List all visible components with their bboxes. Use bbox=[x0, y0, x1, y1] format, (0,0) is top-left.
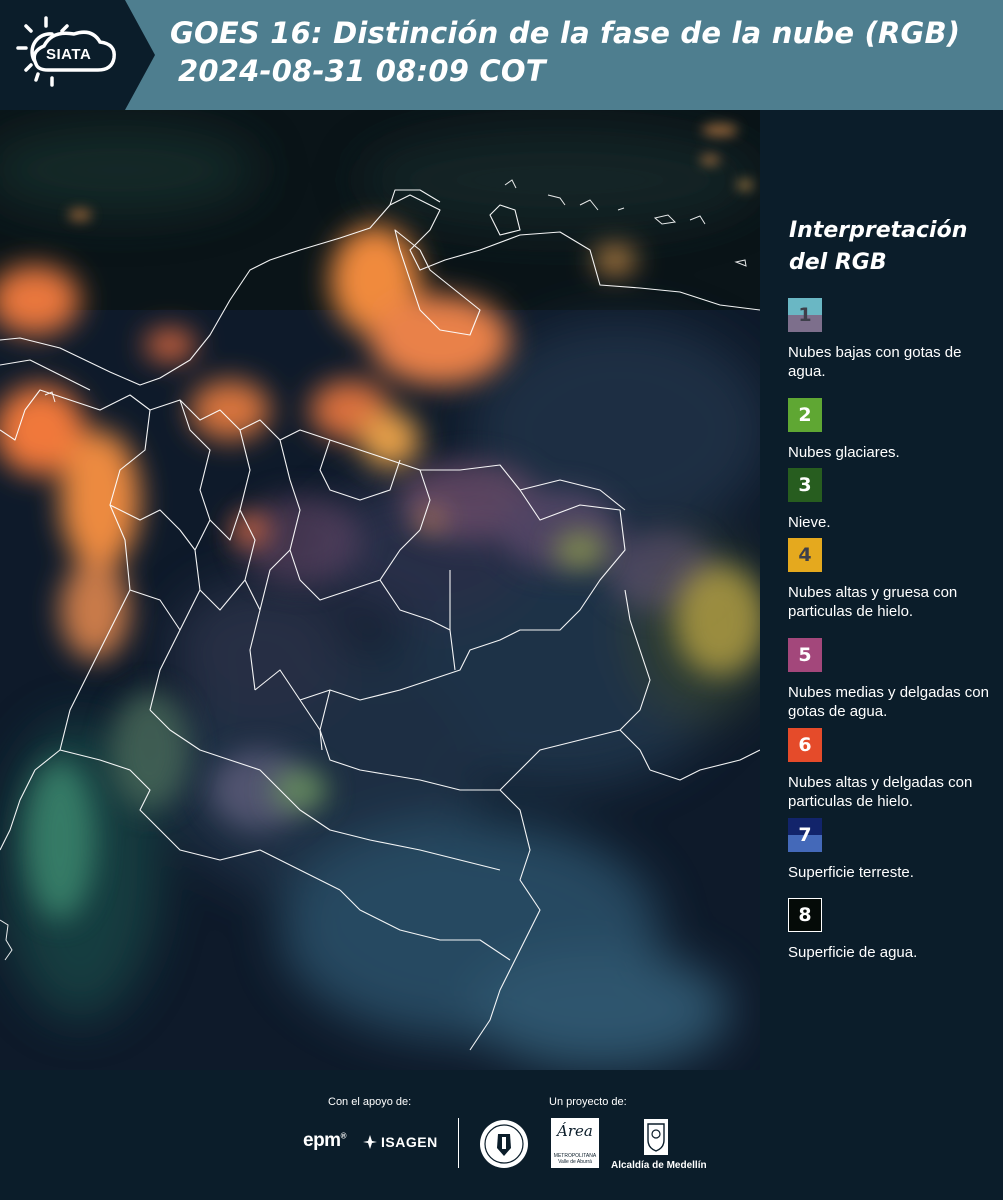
legend-item-5: 5 Nubes medias y delgadas con gotas de ag… bbox=[788, 638, 1003, 721]
legend-label-1: Nubes bajas con gotas de agua. bbox=[788, 344, 962, 380]
legend-item-8: 8 Superficie de agua. bbox=[788, 898, 1003, 962]
legend-label-3: Nieve. bbox=[788, 514, 831, 531]
legend-number-3: 3 bbox=[798, 474, 812, 496]
legend-item-2: 2 Nubes glaciares. bbox=[788, 398, 1003, 462]
rgb-satellite-image bbox=[0, 110, 760, 1070]
legend-swatch-5: 5 bbox=[788, 638, 822, 672]
epm-logo-text: epm bbox=[303, 1130, 341, 1151]
legend-item-4: 4 Nubes altas y gruesa con particulas de … bbox=[788, 538, 1003, 621]
legend-label-7: Superficie terreste. bbox=[788, 864, 914, 881]
siata-logo-text: SIATA bbox=[46, 46, 92, 63]
support-label: Con el apoyo de: bbox=[328, 1096, 412, 1108]
legend-swatch-4: 4 bbox=[788, 538, 822, 572]
legend-swatch-6: 6 bbox=[788, 728, 822, 762]
legend-number-5: 5 bbox=[798, 644, 812, 666]
project-label: Un proyecto de: bbox=[549, 1096, 627, 1108]
legend-swatch-7: 7 bbox=[788, 818, 822, 852]
legend-label-8: Superficie de agua. bbox=[788, 944, 918, 961]
legend-label-6: Nubes altas y delgadas con particulas de… bbox=[788, 774, 973, 810]
isagen-logo: ISAGEN bbox=[362, 1134, 438, 1150]
area-metropolitana-logo: Área METROPOLITANA Valle de Aburrá bbox=[551, 1118, 599, 1168]
title-datetime: 2024-08-31 08:09 COT bbox=[178, 54, 546, 88]
isagen-logo-text: ISAGEN bbox=[381, 1134, 438, 1150]
epm-registered-mark: ® bbox=[340, 1131, 347, 1141]
header-bar: SIATA GOES 16: Distinción de la fase de … bbox=[0, 0, 1003, 110]
legend-swatch-8: 8 bbox=[788, 898, 822, 932]
alcaldia-medellin-label: Alcaldía de Medellín bbox=[611, 1160, 707, 1171]
title-product: GOES 16: Distinción de la fase de la nub… bbox=[170, 16, 961, 50]
legend-label-4: Nubes altas y gruesa con particulas de h… bbox=[788, 584, 958, 620]
legend-swatch-3: 3 bbox=[788, 468, 822, 502]
legend-number-1: 1 bbox=[798, 304, 812, 326]
page-title: GOES 16: Distinción de la fase de la nub… bbox=[170, 14, 960, 90]
legend-item-3: 3 Nieve. bbox=[788, 468, 1003, 532]
legend-title-line2: del RGB bbox=[789, 250, 887, 275]
legend-title: Interpretación del RGB bbox=[789, 215, 967, 279]
legend-number-8: 8 bbox=[798, 904, 812, 926]
legend-swatch-1: 1 bbox=[788, 298, 822, 332]
legend-swatch-2: 2 bbox=[788, 398, 822, 432]
legend-label-2: Nubes glaciares. bbox=[788, 444, 900, 461]
legend-item-6: 6 Nubes altas y delgadas con particulas d… bbox=[788, 728, 1003, 811]
area-metropolitana-subtitle: METROPOLITANA Valle de Aburrá bbox=[553, 1153, 597, 1165]
legend-number-6: 6 bbox=[798, 734, 812, 756]
university-seal-icon bbox=[480, 1120, 528, 1168]
legend-label-5: Nubes medias y delgadas con gotas de agu… bbox=[788, 684, 989, 720]
epm-logo: epm® bbox=[303, 1130, 347, 1152]
legend-title-line1: Interpretación bbox=[789, 218, 968, 243]
rgb-legend: Interpretación del RGB 1 Nubes bajas con … bbox=[760, 110, 1003, 1070]
legend-number-2: 2 bbox=[798, 404, 812, 426]
legend-item-1: 1 Nubes bajas con gotas de agua. bbox=[788, 298, 1003, 381]
legend-number-7: 7 bbox=[798, 824, 812, 846]
footer-divider bbox=[458, 1118, 459, 1168]
footer: Con el apoyo de: Un proyecto de: epm® IS… bbox=[0, 1070, 1003, 1200]
legend-item-7: 7 Superficie terreste. bbox=[788, 818, 1003, 882]
satellite-map bbox=[0, 110, 760, 1070]
legend-number-4: 4 bbox=[798, 544, 812, 566]
area-metropolitana-script: Área bbox=[557, 1122, 593, 1140]
isagen-mark-icon bbox=[363, 1135, 377, 1149]
alcaldia-shield-icon bbox=[644, 1119, 668, 1155]
siata-logo-tab: SIATA bbox=[0, 0, 155, 110]
